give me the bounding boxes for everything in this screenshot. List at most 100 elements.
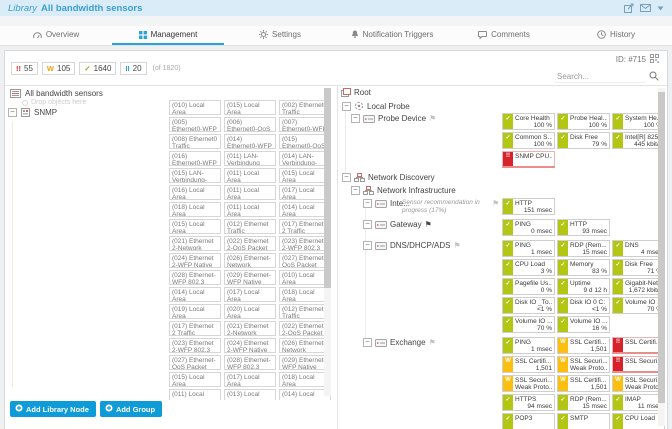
caret-down-icon[interactable] [657,6,664,11]
library-sensor-item[interactable]: (023) Ethernet 2-WFP 802.3 [169,338,221,353]
library-sensor-item[interactable]: (026) Ethernet-Network [224,253,276,268]
library-sensor-item[interactable]: (015) Local Area [169,219,221,234]
sensor-tile-http[interactable]: ✓ HTTP 151 msec [502,198,555,215]
library-sensor-item[interactable]: (014) Local Area [169,287,221,302]
sensor-tile-ssl-certifi[interactable]: W SSL Certifi... 1,501 [557,337,610,354]
sensor-tile-snmp-cpu[interactable]: !! SNMP CPU... [502,151,555,168]
tab-history[interactable]: History [560,26,672,45]
search-input[interactable] [555,71,645,83]
library-sensor-item[interactable]: (016) Ethernet0-WFP 802.3 [169,151,221,166]
email-icon[interactable] [640,4,651,12]
sensor-tile-core-health[interactable]: ✓ Core Health 100 % [502,113,555,130]
library-sensor-item[interactable]: (011) Local Area [224,185,276,200]
qr-code-icon[interactable] [650,54,659,65]
sensor-tile-ping[interactable]: ✓ PING 0 msec [502,219,555,236]
badge-warning-count[interactable]: W 105 [41,62,76,75]
library-sensor-item[interactable]: (028) Ethernet-WFP 802.3 [224,355,276,370]
library-sensor-item[interactable]: (015) LAN-Verbindung- [169,168,221,183]
sensor-tile-https[interactable]: ✓ HTTPS 94 msec [502,394,555,411]
left-scrollbar[interactable] [324,88,331,396]
library-sensor-item[interactable]: (008) Ethernet0 Traffic [169,134,221,149]
sensor-tile-disk-io-to[interactable]: ✓ Disk IO _To... <1 % [502,297,555,314]
sensor-tile-smtp[interactable]: ✓ SMTP [557,413,610,429]
library-sensor-item[interactable]: (024) Ethernet 2-WFP Native [224,338,276,353]
library-sensor-item[interactable]: (017) Ethernet 2 Traffic [169,321,221,336]
library-sensor-item[interactable]: (010) Local Area [169,100,221,115]
sensor-tile-ssl-securi[interactable]: W SSL Securi... Weak Proto... [502,375,555,392]
library-sensor-item[interactable]: (011) Local [169,389,221,400]
library-sensor-item[interactable]: (022) Ethernet 2-QoS Packet [224,236,276,251]
device-row-dns-dhcp-ads[interactable]: − DNS/DHCP/ADS ⚑ ✓ PING 1 msec ✓ RDP (Rem... 15 … [338,240,665,333]
library-sensor-item[interactable]: (021) Ethernet 2-Network [169,236,221,251]
right-scrollbar-thumb[interactable] [658,92,665,403]
sensor-tile-http[interactable]: ✓ HTTP 93 msec [557,219,610,236]
badge-up-count[interactable]: ✓ 1640 [79,62,117,75]
breadcrumb-section[interactable]: Library [8,3,37,14]
library-sensor-item[interactable]: (011) Local Area [224,168,276,183]
library-sensor-item[interactable]: (011) Local Area [224,202,276,217]
sensor-tile-uptime[interactable]: ✓ Uptime 9 d 12 h [557,278,610,295]
library-sensor-item[interactable]: (015) Local Area [169,372,221,387]
sensor-tile-disk-free[interactable]: ✓ Disk Free 79 % [557,132,610,149]
library-sensor-item[interactable]: (027) Ethernet-QoS Packet [169,355,221,370]
library-sensor-item[interactable]: (011) LAN-Verbindung [224,151,276,166]
sensor-tile-memory[interactable]: ✓ Memory 83 % [557,259,610,276]
sensor-tile-ping[interactable]: ✓ PING 1 msec [502,240,555,257]
library-sensor-item[interactable]: (020) Local Area [224,304,276,319]
badge-down-count[interactable]: !! 55 [11,62,38,75]
tab-management[interactable]: Management [112,26,224,45]
search-icon[interactable] [649,68,659,86]
collapse-toggle[interactable]: − [342,101,351,111]
tab-settings[interactable]: Settings [224,26,336,45]
library-sensor-item[interactable]: (028) Ethernet-WFP 802.3 [169,270,221,285]
sensor-tile-volume-io[interactable]: ✓ Volume IO ... 70 % [502,316,555,333]
group-row-network-infrastructure[interactable]: − Network Infrastructure [338,185,657,198]
library-sensor-item[interactable]: (013) Local [224,389,276,400]
sensor-tile-ssl-certifi[interactable]: W SSL Certifi... 1,501 [557,375,610,392]
device-row-inte[interactable]: − Inte... Sensor recommendation in progres… [338,198,657,215]
sensor-tile-pop3[interactable]: ✓ POP3 [502,413,555,429]
library-sensor-item[interactable]: (017) Local Area [224,287,276,302]
collapse-toggle[interactable]: − [363,199,372,208]
collapse-toggle[interactable]: − [363,338,372,347]
library-sensor-item[interactable]: (016) Local Area [169,185,221,200]
badge-paused-count[interactable]: II 20 [120,62,147,75]
sensor-tile-disk-io-0-c[interactable]: ✓ Disk IO 0 C: <1 % [557,297,610,314]
group-row-network-discovery[interactable]: − Network Discovery [338,172,657,185]
add-library-node-button[interactable]: Add Library Node [10,401,96,417]
device-row-gateway[interactable]: − Gateway ⚑ ✓ PING 0 msec ✓ HTTP 93 msec [338,219,657,236]
right-scrollbar[interactable] [658,88,665,426]
tab-comments[interactable]: Comments [448,26,560,45]
collapse-toggle[interactable]: − [363,220,372,229]
library-sensor-item[interactable]: (015) Local Area [224,100,276,115]
root-row-root[interactable]: Root [338,87,657,100]
sensor-tile-pagefile-us[interactable]: ✓ Pagefile Us... 0 % [502,278,555,295]
sensor-tile-common-s[interactable]: ✓ Common S... 100 % [502,132,555,149]
device-row-probe-device[interactable]: − Probe Device ⚑ ✓ Core Health 100 % ✓ Probe He… [338,113,665,168]
library-sensor-item[interactable]: (006) Ethernet0-QoS Packet [224,117,276,132]
library-sensor-item[interactable]: (014) Ethernet0-WFP Native [224,134,276,149]
sensor-tile-ping[interactable]: ✓ PING 1 msec [502,337,555,354]
collapse-toggle[interactable]: − [351,114,360,123]
sensor-tile-rdp-rem[interactable]: ✓ RDP (Rem... 15 msec [557,394,610,411]
collapse-toggle[interactable]: − [8,108,17,117]
library-sensor-item[interactable]: (018) Local Area [169,202,221,217]
library-sensor-item[interactable]: (019) Local Area [169,304,221,319]
sensor-tile-volume-io[interactable]: ✓ Volume IO ... 16 % [557,316,610,333]
open-new-window-icon[interactable] [624,3,634,13]
collapse-toggle[interactable]: − [342,173,351,182]
sensor-tile-cpu-load[interactable]: ✓ CPU Load 3 % [502,259,555,276]
probe-row-local-probe[interactable]: − Local Probe [338,100,657,113]
library-sensor-item[interactable]: (005) Ethernet0-WFP Native [169,117,221,132]
device-row-exchange[interactable]: − Exchange ⚑ ✓ PING 1 msec W SSL Certifi... 1,50… [338,337,665,429]
collapse-toggle[interactable]: − [363,241,372,250]
sensor-tile-ssl-certifi[interactable]: W SSL Certifi... 1,501 [502,356,555,373]
sensor-tile-ssl-securi[interactable]: W SSL Securi... Weak Proto... [557,356,610,373]
tab-notification-triggers[interactable]: Notification Triggers [336,26,448,45]
library-root-node[interactable]: All bandwidth sensors [5,85,337,98]
library-sensor-item[interactable]: (029) Ethernet-WFP Native [224,270,276,285]
left-scrollbar-thumb[interactable] [324,88,331,288]
collapse-toggle[interactable]: − [351,186,360,195]
sensor-tile-rdp-rem[interactable]: ✓ RDP (Rem... 15 msec [557,240,610,257]
library-sensor-item[interactable]: (024) Ethernet 2-WFP Native [169,253,221,268]
